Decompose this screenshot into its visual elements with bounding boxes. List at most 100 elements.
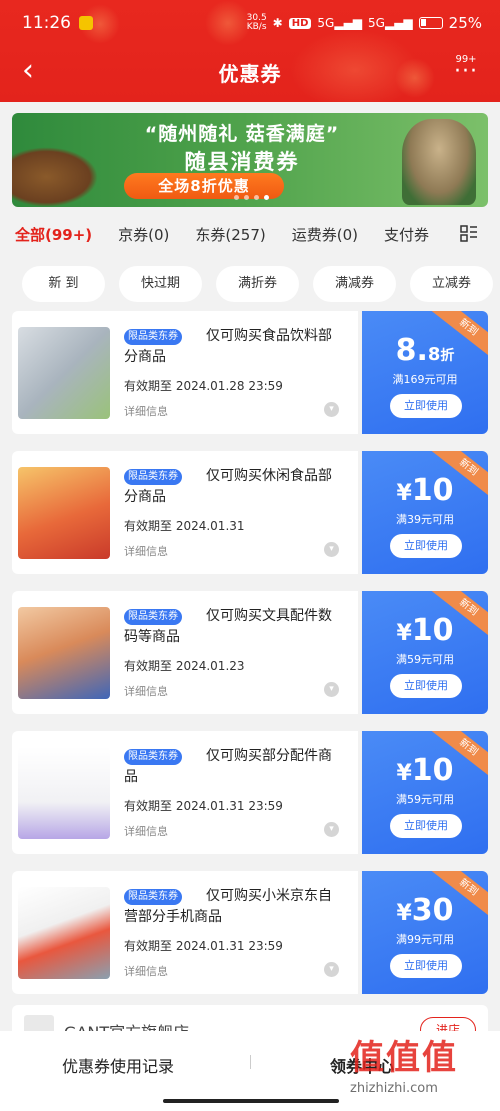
- coupon-card: 仅可购买部分配件商品 限品类东券 有效期至 2024.01.31 23:59 详…: [12, 731, 488, 854]
- use-now-button[interactable]: 立即使用: [390, 394, 462, 418]
- coupon-category-tag: 限品类东券: [124, 889, 182, 905]
- coupon-value-panel: 新到 ¥10 满39元可用 立即使用: [362, 451, 488, 574]
- chevron-down-icon[interactable]: ▾: [324, 822, 339, 837]
- bluetooth-icon: ✱: [272, 16, 283, 30]
- chevron-down-icon[interactable]: ▾: [324, 542, 339, 557]
- chip-threshold[interactable]: 满减券: [313, 266, 396, 302]
- coupon-detail-link[interactable]: 详细信息: [124, 963, 168, 979]
- more-menu-button[interactable]: 99+ ···: [454, 54, 478, 84]
- amount-value: 8.: [395, 333, 428, 368]
- coupon-condition: 满39元可用: [396, 513, 454, 526]
- coupon-amount: 8.8折: [362, 333, 488, 368]
- net-speed-unit: KB/s: [246, 22, 267, 32]
- tab-all[interactable]: 全部(99+): [15, 224, 92, 245]
- watermark-url: zhizhizhi.com: [350, 1081, 438, 1096]
- use-now-button[interactable]: 立即使用: [390, 954, 462, 978]
- tab-jing-coupon[interactable]: 京券(0): [118, 224, 169, 245]
- watermark-logo: 值值值: [350, 1038, 458, 1078]
- coupon-amount: ¥10: [362, 473, 488, 508]
- coupon-expiry: 有效期至 2024.01.28 23:59: [124, 379, 283, 393]
- banner-pagination: [234, 195, 269, 200]
- signal-icon: 5G▂▄▆: [317, 16, 363, 30]
- tab-dong-coupon[interactable]: 东券(257): [195, 224, 265, 245]
- coupon-card: 仅可购买食品饮料部分商品 限品类东券 有效期至 2024.01.28 23:59…: [12, 311, 488, 434]
- product-thumbnail: [18, 327, 110, 419]
- coupon-amount: ¥10: [362, 613, 488, 648]
- back-arrow-icon[interactable]: ‹: [22, 56, 34, 86]
- coupon-tabs: 全部(99+) 京券(0) 东券(257) 运费券(0) 支付券: [0, 212, 500, 256]
- coupon-amount: ¥10: [362, 753, 488, 788]
- signal-label-2: 5G: [368, 16, 385, 30]
- home-indicator: [163, 1099, 339, 1103]
- tab-shipping-coupon[interactable]: 运费券(0): [292, 224, 358, 245]
- net-speed: 30.5 KB/s: [247, 14, 267, 32]
- signal-icon-2: 5G▂▄▆: [368, 16, 413, 30]
- coupon-condition: 满169元可用: [392, 373, 458, 386]
- coupon-detail-link[interactable]: 详细信息: [124, 403, 168, 419]
- coupon-info[interactable]: 仅可购买休闲食品部分商品 限品类东券 有效期至 2024.01.31 详细信息 …: [12, 451, 358, 574]
- chevron-down-icon[interactable]: ▾: [324, 962, 339, 977]
- currency-symbol: ¥: [396, 621, 412, 646]
- use-now-button[interactable]: 立即使用: [390, 534, 462, 558]
- chip-expiring[interactable]: 快过期: [119, 266, 202, 302]
- mushroom-image: [12, 147, 98, 207]
- coupon-info[interactable]: 仅可购买食品饮料部分商品 限品类东券 有效期至 2024.01.28 23:59…: [12, 311, 358, 434]
- header: 11:26 30.5 KB/s ✱ HD 5G▂▄▆ 5G▂▄▆ 25% ‹ 优…: [0, 0, 500, 102]
- chip-discount[interactable]: 满折券: [216, 266, 299, 302]
- amount-value: 10: [411, 473, 454, 508]
- coupon-condition: 满59元可用: [396, 793, 454, 806]
- coupon-expiry: 有效期至 2024.01.31 23:59: [124, 939, 283, 953]
- nav-bar: ‹ 优惠券 99+ ···: [0, 52, 500, 92]
- currency-symbol: ¥: [396, 761, 412, 786]
- filter-list-icon[interactable]: [460, 224, 478, 242]
- coupon-value-panel: 新到 8.8折 满169元可用 立即使用: [362, 311, 488, 434]
- coupon-card: 仅可购买休闲食品部分商品 限品类东券 有效期至 2024.01.31 详细信息 …: [12, 451, 488, 574]
- coupon-category-tag: 限品类东券: [124, 329, 182, 345]
- battery-icon: [418, 17, 443, 29]
- banner-slogan: “随州随礼 菇香满庭”: [144, 123, 340, 145]
- amount-value-small: 8: [427, 344, 441, 365]
- statue-image: [402, 119, 476, 205]
- battery-percent: 25%: [448, 14, 482, 32]
- product-thumbnail: [18, 467, 110, 559]
- coupon-amount: ¥30: [362, 893, 488, 928]
- coupon-condition: 满59元可用: [396, 653, 454, 666]
- coupon-value-panel: 新到 ¥30 满99元可用 立即使用: [362, 871, 488, 994]
- status-time: 11:26: [22, 13, 71, 33]
- coupon-expiry: 有效期至 2024.01.31 23:59: [124, 799, 283, 813]
- amount-unit: 折: [440, 348, 455, 364]
- chip-instant[interactable]: 立减券: [410, 266, 493, 302]
- product-thumbnail: [18, 607, 110, 699]
- chevron-down-icon[interactable]: ▾: [324, 402, 339, 417]
- pagination-dot: [234, 195, 239, 200]
- chip-new[interactable]: 新 到: [22, 266, 105, 302]
- product-thumbnail: [18, 747, 110, 839]
- product-thumbnail: [18, 887, 110, 979]
- coupon-detail-link[interactable]: 详细信息: [124, 823, 168, 839]
- use-now-button[interactable]: 立即使用: [390, 814, 462, 838]
- coupon-detail-link[interactable]: 详细信息: [124, 543, 168, 559]
- coupon-history-link[interactable]: 优惠券使用记录: [62, 1053, 174, 1077]
- coupon-condition: 满99元可用: [396, 933, 454, 946]
- site-watermark: 值值值 zhizhizhi.com: [350, 1030, 490, 1105]
- status-bar: 11:26 30.5 KB/s ✱ HD 5G▂▄▆ 5G▂▄▆ 25%: [22, 10, 482, 36]
- currency-symbol: ¥: [396, 901, 412, 926]
- filter-chips: 新 到 快过期 满折券 满减券 立减券: [0, 266, 500, 302]
- more-dots-icon: ···: [454, 59, 478, 84]
- coupon-info[interactable]: 仅可购买小米京东自营部分手机商品 限品类东券 有效期至 2024.01.31 2…: [12, 871, 358, 994]
- use-now-button[interactable]: 立即使用: [390, 674, 462, 698]
- coupon-category-tag: 限品类东券: [124, 469, 182, 485]
- coupon-value-panel: 新到 ¥10 满59元可用 立即使用: [362, 731, 488, 854]
- coupon-detail-link[interactable]: 详细信息: [124, 683, 168, 699]
- signal-label: 5G: [317, 16, 335, 30]
- coupon-info[interactable]: 仅可购买部分配件商品 限品类东券 有效期至 2024.01.31 23:59 详…: [12, 731, 358, 854]
- pagination-dot: [254, 195, 259, 200]
- banner-title: 随县消费券: [184, 150, 300, 174]
- coupon-category-tag: 限品类东券: [124, 609, 182, 625]
- divider: [250, 1055, 251, 1069]
- chevron-down-icon[interactable]: ▾: [324, 682, 339, 697]
- coupon-expiry: 有效期至 2024.01.23: [124, 659, 245, 673]
- coupon-info[interactable]: 仅可购买文具配件数码等商品 限品类东券 有效期至 2024.01.23 详细信息…: [12, 591, 358, 714]
- promo-banner[interactable]: “随州随礼 菇香满庭” 随县消费券 全场8折优惠: [12, 113, 488, 207]
- tab-payment-coupon[interactable]: 支付券: [384, 224, 429, 245]
